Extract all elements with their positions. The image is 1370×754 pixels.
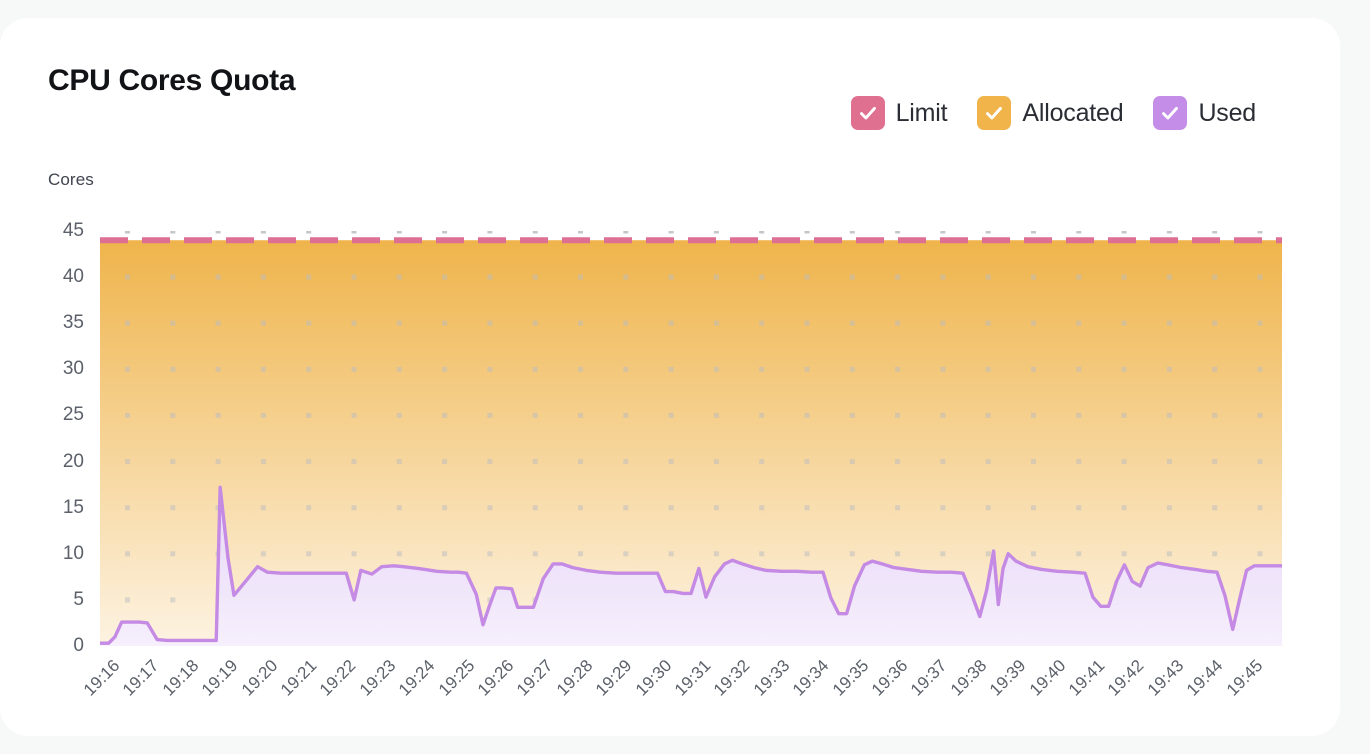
x-axis-tick-label: 19:32 <box>710 656 754 700</box>
y-axis-tick-label: 25 <box>62 404 84 426</box>
x-axis-tick-label: 19:45 <box>1222 656 1267 700</box>
x-axis-tick-label: 19:34 <box>789 656 833 700</box>
y-axis-tick-label: 20 <box>62 450 84 472</box>
x-axis-tick-label: 19:17 <box>119 656 163 700</box>
x-axis-tick-label: 19:42 <box>1104 656 1148 700</box>
x-axis-tick-label: 19:24 <box>395 656 439 700</box>
x-axis-tick-label: 19:33 <box>749 656 794 700</box>
x-axis-tick-label: 19:22 <box>316 656 360 700</box>
x-axis-tick-label: 19:20 <box>237 656 282 700</box>
y-axis-tick-label: 10 <box>62 542 84 564</box>
x-axis-tick-label: 19:29 <box>592 656 636 700</box>
x-axis-tick-label: 19:44 <box>1183 656 1227 700</box>
y-axis-tick-label: 40 <box>62 266 84 288</box>
x-axis-tick-label: 19:27 <box>513 656 557 700</box>
chart-card: CPU Cores Quota Cores Limit Allocated Used… <box>0 18 1340 736</box>
x-axis-tick-label: 19:40 <box>1025 656 1070 700</box>
x-axis-tick-label: 19:37 <box>907 656 951 700</box>
x-axis-tick-label: 19:18 <box>158 656 203 700</box>
x-axis-tick-label: 19:23 <box>355 656 400 700</box>
x-axis: 19:16 19:17 19:18 19:19 19:20 19:21 19:22 19:23… <box>80 650 1282 730</box>
x-axis-tick-label: 19:30 <box>631 656 676 700</box>
chart-plot-wrapper: 0 5 10 15 20 25 30 35 40 45 19:16 19:17 19:18 19:19 1… <box>0 18 1340 736</box>
x-axis-tick-label: 19:38 <box>946 656 991 700</box>
x-axis-tick-label: 19:43 <box>1143 656 1188 700</box>
plot-area <box>100 231 1282 646</box>
x-axis-tick-label: 19:19 <box>198 656 242 700</box>
y-axis-tick-label: 0 <box>73 635 84 656</box>
x-axis-tick-label: 19:25 <box>434 656 479 700</box>
y-axis: 0 5 10 15 20 25 30 35 40 45 <box>40 220 84 658</box>
y-axis-tick-label: 45 <box>62 220 84 241</box>
y-axis-tick-label: 15 <box>62 496 84 518</box>
x-axis-tick-label: 19:28 <box>552 656 597 700</box>
y-axis-tick-label: 30 <box>62 358 84 380</box>
x-axis-tick-label: 19:39 <box>986 656 1030 700</box>
y-axis-tick-label: 35 <box>62 312 84 334</box>
chart-svg <box>100 231 1282 646</box>
x-axis-tick-label: 19:35 <box>828 656 873 700</box>
y-axis-tick-label: 5 <box>73 588 84 610</box>
